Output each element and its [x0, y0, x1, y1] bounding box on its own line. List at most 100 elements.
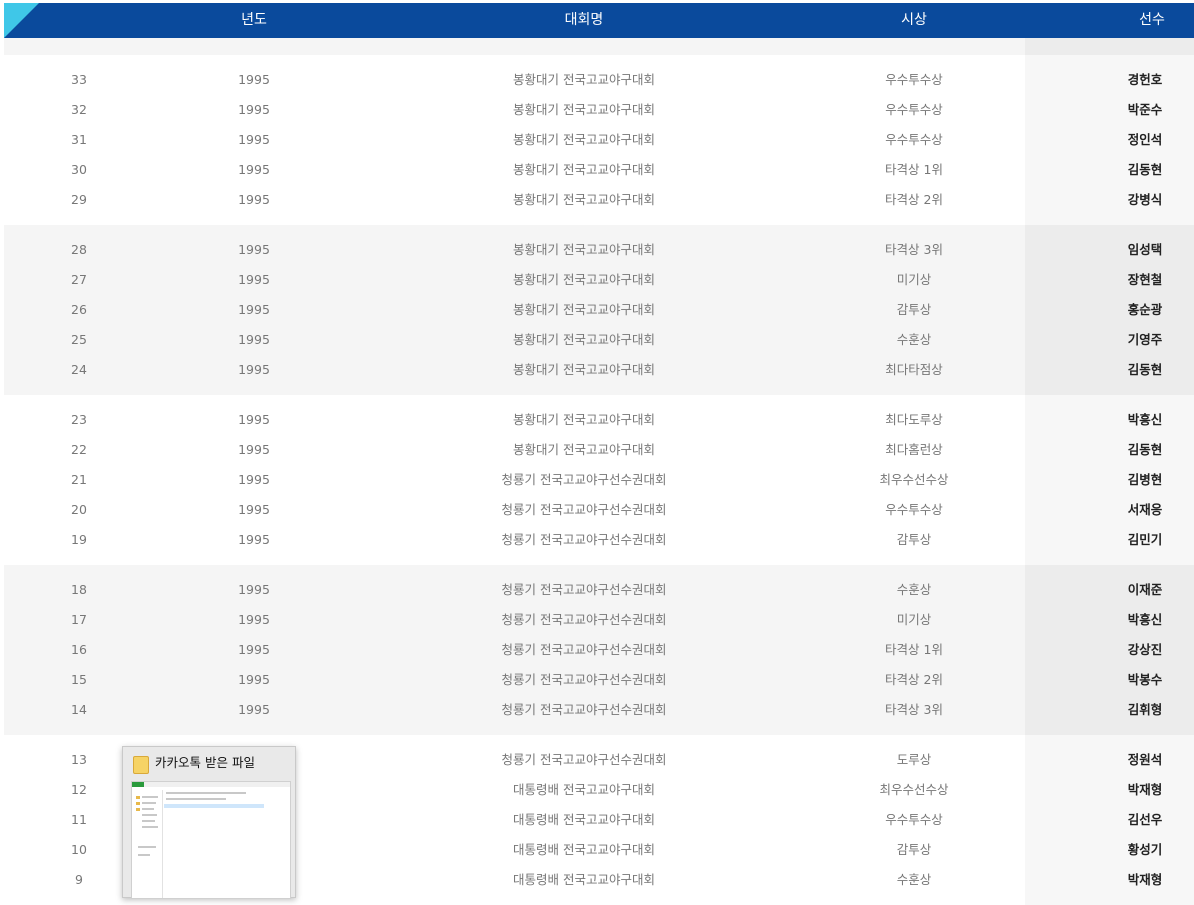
row-award: 미기상 [896, 272, 932, 287]
row-competition: 봉황대기 전국고교야구대회 [513, 72, 655, 87]
row-group: 18 1995 청룡기 전국고교야구선수권대회 수훈상 이재준 17 1995 청룡기 전국고… [4, 565, 1194, 735]
header-col-award[interactable]: 시상 [834, 3, 994, 38]
table-row: 22 1995 봉황대기 전국고교야구대회 최다홈런상 김동현 [4, 435, 1194, 465]
row-number: 23 [71, 412, 87, 427]
row-player: 홍순광 [1127, 302, 1163, 317]
row-year: 1995 [238, 582, 270, 597]
row-player: 박흥신 [1127, 412, 1163, 427]
row-competition: 봉황대기 전국고교야구대회 [513, 242, 655, 257]
row-award: 최다홈런상 [885, 442, 943, 457]
row-number: 27 [71, 272, 87, 287]
table-row: 29 1995 봉황대기 전국고교야구대회 타격상 2위 강병식 [4, 185, 1194, 215]
row-competition: 청룡기 전국고교야구선수권대회 [501, 472, 667, 487]
row-competition: 청룡기 전국고교야구선수권대회 [501, 642, 667, 657]
row-award: 우수투수상 [885, 502, 943, 517]
row-competition: 봉황대기 전국고교야구대회 [513, 272, 655, 287]
row-number: 14 [71, 702, 87, 717]
row-player: 박준수 [1127, 102, 1163, 117]
row-competition: 대통령배 전국고교야구대회 [513, 842, 655, 857]
row-year: 1995 [238, 332, 270, 347]
popup-title: 카카오톡 받은 파일 [155, 755, 255, 770]
preview-line [142, 826, 158, 828]
header-col-year[interactable]: 년도 [214, 3, 294, 38]
row-year: 1995 [238, 412, 270, 427]
row-competition: 봉황대기 전국고교야구대회 [513, 302, 655, 317]
row-player: 김동현 [1127, 442, 1163, 457]
row-number: 28 [71, 242, 87, 257]
row-award: 타격상 2위 [885, 672, 943, 687]
row-player: 강병식 [1127, 192, 1163, 207]
row-competition: 대통령배 전국고교야구대회 [513, 812, 655, 827]
row-year: 1995 [238, 362, 270, 377]
preview-folder-icon [136, 802, 140, 805]
row-award: 수훈상 [896, 332, 932, 347]
row-year: 1995 [238, 672, 270, 687]
preview-folder-icon [136, 796, 140, 799]
row-year: 1995 [238, 272, 270, 287]
row-year: 1995 [238, 472, 270, 487]
row-award: 우수투수상 [885, 102, 943, 117]
row-number: 22 [71, 442, 87, 457]
row-number: 33 [71, 72, 87, 87]
row-year: 1995 [238, 442, 270, 457]
taskbar-thumbnail-popup[interactable]: 카카오톡 받은 파일 [122, 746, 296, 899]
table-row: 20 1995 청룡기 전국고교야구선수권대회 우수투수상 서재응 [4, 495, 1194, 525]
row-award: 우수투수상 [885, 72, 943, 87]
row-award: 감투상 [896, 532, 932, 547]
row-year: 1995 [238, 102, 270, 117]
table-row: 16 1995 청룡기 전국고교야구선수권대회 타격상 1위 강상진 [4, 635, 1194, 665]
row-award: 최다도루상 [885, 412, 943, 427]
row-player: 김휘형 [1127, 702, 1163, 717]
table-row: 27 1995 봉황대기 전국고교야구대회 미기상 장현철 [4, 265, 1194, 295]
row-year: 1995 [238, 72, 270, 87]
table-row: 31 1995 봉황대기 전국고교야구대회 우수투수상 정인석 [4, 125, 1194, 155]
preview-line [138, 854, 150, 856]
row-player: 김동현 [1127, 362, 1163, 377]
row-award: 타격상 3위 [885, 242, 943, 257]
row-player: 박봉수 [1127, 672, 1163, 687]
row-award: 최다타점상 [885, 362, 943, 377]
window-preview-thumbnail[interactable] [131, 781, 291, 899]
row-year: 1995 [238, 702, 270, 717]
preview-line [142, 820, 155, 822]
header-col-competition[interactable]: 대회명 [409, 3, 759, 38]
row-year: 1995 [238, 162, 270, 177]
row-player: 박재형 [1127, 782, 1163, 797]
row-award: 타격상 2위 [885, 192, 943, 207]
row-number: 20 [71, 502, 87, 517]
row-number: 11 [71, 812, 87, 827]
table-row: 26 1995 봉황대기 전국고교야구대회 감투상 홍순광 [4, 295, 1194, 325]
row-competition: 청룡기 전국고교야구선수권대회 [501, 532, 667, 547]
row-number: 10 [71, 842, 87, 857]
row-number: 15 [71, 672, 87, 687]
row-year: 1995 [238, 192, 270, 207]
row-competition: 봉황대기 전국고교야구대회 [513, 332, 655, 347]
table-row: 15 1995 청룡기 전국고교야구선수권대회 타격상 2위 박봉수 [4, 665, 1194, 695]
row-award: 감투상 [896, 302, 932, 317]
row-number: 19 [71, 532, 87, 547]
table-row: 18 1995 청룡기 전국고교야구선수권대회 수훈상 이재준 [4, 575, 1194, 605]
row-year: 1995 [238, 132, 270, 147]
row-competition: 청룡기 전국고교야구선수권대회 [501, 612, 667, 627]
table-row: 32 1995 봉황대기 전국고교야구대회 우수투수상 박준수 [4, 95, 1194, 125]
player-column-spacer [1025, 38, 1194, 55]
row-competition: 청룡기 전국고교야구선수권대회 [501, 752, 667, 767]
preview-line [142, 808, 154, 810]
table-row: 14 1995 청룡기 전국고교야구선수권대회 타격상 3위 김휘형 [4, 695, 1194, 725]
preview-nav-pane [132, 790, 163, 898]
row-competition: 청룡기 전국고교야구선수권대회 [501, 702, 667, 717]
header-col-no [4, 3, 144, 38]
row-award: 최우수선수상 [879, 472, 949, 487]
row-competition: 청룡기 전국고교야구선수권대회 [501, 672, 667, 687]
row-player: 서재응 [1127, 502, 1163, 517]
row-player: 정원석 [1127, 752, 1163, 767]
preview-toolbar [132, 782, 290, 787]
row-number: 16 [71, 642, 87, 657]
row-player: 김병현 [1127, 472, 1163, 487]
header-col-player[interactable]: 선수 [1110, 3, 1194, 38]
row-player: 김민기 [1127, 532, 1163, 547]
row-group: 23 1995 봉황대기 전국고교야구대회 최다도루상 박흥신 22 1995 봉황대기 전국… [4, 395, 1194, 565]
row-player: 황성기 [1127, 842, 1163, 857]
row-player: 경헌호 [1127, 72, 1163, 87]
row-player: 이재준 [1127, 582, 1163, 597]
